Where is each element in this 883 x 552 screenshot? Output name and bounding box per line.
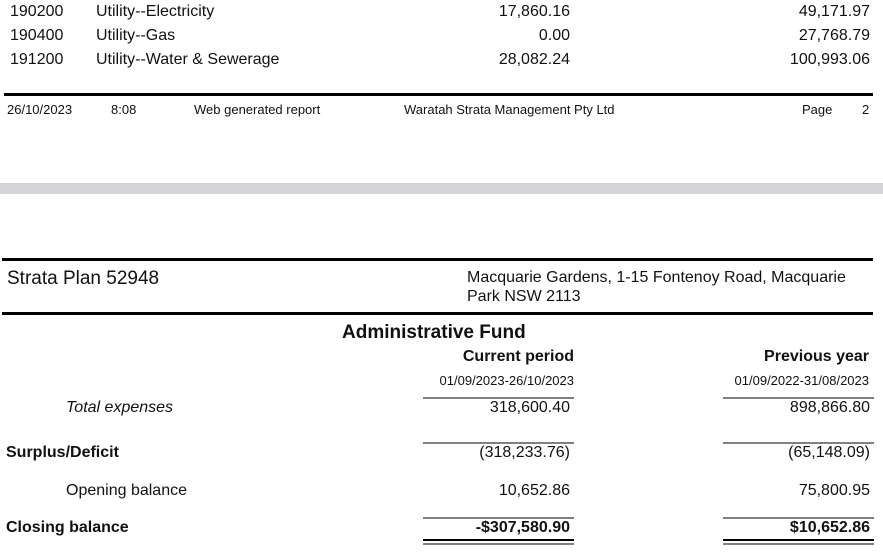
total-expenses-previous: 898,866.80 [789, 399, 870, 416]
current-amount: 28,082.24 [498, 51, 570, 68]
opening-balance-label: Opening balance [66, 482, 187, 499]
footer-page-label: Page [802, 102, 833, 117]
total-expenses-current: 318,600.40 [489, 399, 570, 416]
double-underline [423, 543, 574, 545]
fund-title: Administrative Fund [342, 322, 526, 343]
footer-generated: Web generated report [194, 102, 321, 117]
header-top-rule [2, 258, 873, 261]
current-amount: 17,860.16 [498, 3, 570, 20]
account-code: 191200 [10, 51, 64, 68]
property-address: Macquarie Gardens, 1-15 Fontenoy Road, M… [467, 269, 846, 305]
opening-balance-previous: 75,800.95 [798, 482, 870, 499]
strata-plan-title: Strata Plan 52948 [7, 268, 160, 289]
opening-balance-current: 10,652.86 [498, 482, 570, 499]
double-underline [723, 539, 874, 541]
total-expenses-label: Total expenses [66, 399, 174, 416]
current-period-range: 01/09/2023-26/10/2023 [439, 373, 574, 388]
closing-balance-label: Closing balance [6, 519, 129, 536]
footer-divider [4, 93, 873, 96]
account-code: 190400 [10, 27, 64, 44]
header-bottom-rule [2, 312, 873, 315]
surplus-deficit-previous: (65,148.09) [788, 444, 870, 461]
account-code: 190200 [10, 3, 64, 20]
account-description: Utility--Electricity [96, 3, 215, 20]
surplus-deficit-current: (318,233.76) [479, 444, 570, 461]
closing-balance-previous: $10,652.86 [789, 519, 870, 536]
current-amount: 0.00 [538, 27, 570, 44]
account-description: Utility--Water & Sewerage [96, 51, 280, 68]
previous-amount: 100,993.06 [789, 51, 870, 68]
footer-date: 26/10/2023 [7, 102, 73, 117]
previous-year-label: Previous year [764, 348, 869, 365]
surplus-deficit-label: Surplus/Deficit [6, 444, 119, 461]
previous-year-range: 01/09/2022-31/08/2023 [734, 373, 869, 388]
footer-page-number: 2 [862, 102, 870, 117]
footer-company: Waratah Strata Management Pty Ltd [404, 102, 615, 117]
page-separator [0, 183, 883, 194]
double-underline [723, 543, 874, 545]
closing-balance-current: -$307,580.90 [475, 519, 570, 536]
current-period-label: Current period [462, 348, 574, 365]
footer-time: 8:08 [111, 102, 137, 117]
double-underline [423, 539, 574, 541]
previous-amount: 49,171.97 [798, 3, 870, 20]
previous-amount: 27,768.79 [798, 27, 870, 44]
account-description: Utility--Gas [96, 27, 176, 44]
